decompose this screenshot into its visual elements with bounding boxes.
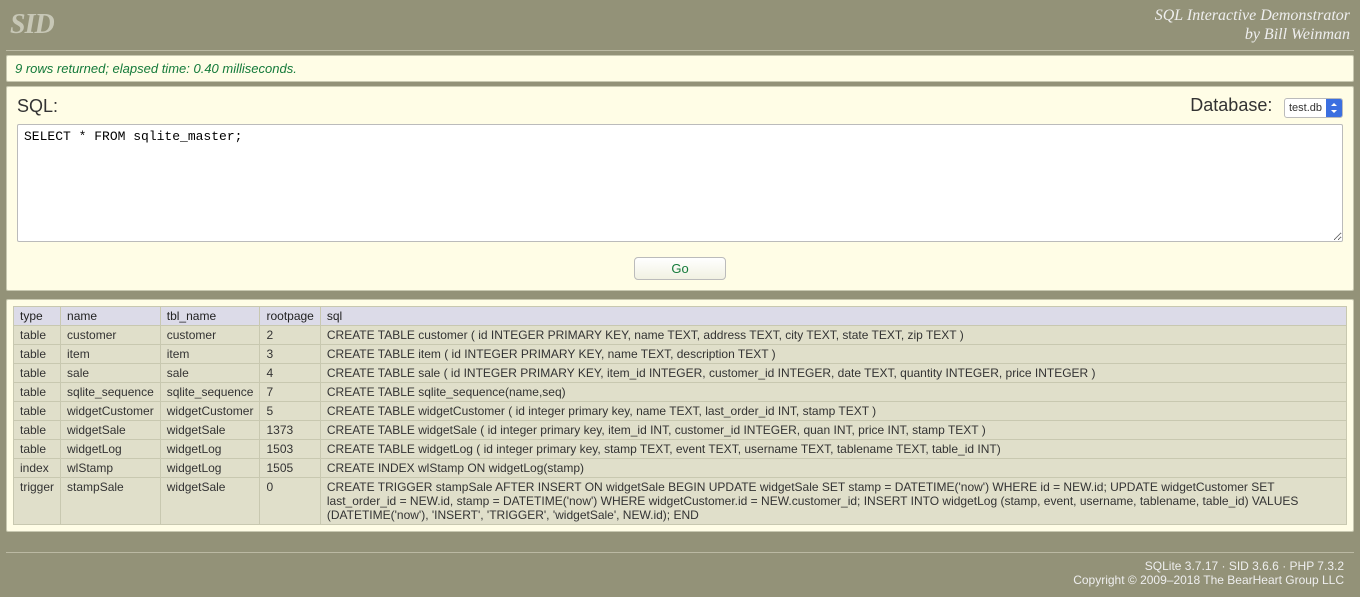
table-cell: table — [14, 402, 61, 421]
table-cell: CREATE TABLE customer ( id INTEGER PRIMA… — [320, 326, 1346, 345]
table-cell: table — [14, 364, 61, 383]
table-cell: widgetLog — [61, 440, 161, 459]
footer-copyright: Copyright © 2009–2018 The BearHeart Grou… — [16, 573, 1344, 587]
table-cell: widgetCustomer — [61, 402, 161, 421]
table-cell: sale — [61, 364, 161, 383]
table-cell: CREATE TRIGGER stampSale AFTER INSERT ON… — [320, 478, 1346, 525]
sql-input[interactable] — [17, 124, 1343, 242]
table-cell: CREATE TABLE sale ( id INTEGER PRIMARY K… — [320, 364, 1346, 383]
table-cell: sale — [160, 364, 260, 383]
table-cell: CREATE TABLE widgetSale ( id integer pri… — [320, 421, 1346, 440]
table-cell: table — [14, 345, 61, 364]
table-cell: 2 — [260, 326, 320, 345]
table-cell: 7 — [260, 383, 320, 402]
database-select-value[interactable]: test.db — [1285, 101, 1326, 115]
table-row: tablesalesale4CREATE TABLE sale ( id INT… — [14, 364, 1347, 383]
table-cell: sqlite_sequence — [61, 383, 161, 402]
results-table: typenametbl_namerootpagesql tablecustome… — [13, 306, 1347, 525]
table-cell: table — [14, 326, 61, 345]
table-row: tablewidgetCustomerwidgetCustomer5CREATE… — [14, 402, 1347, 421]
column-header: name — [61, 307, 161, 326]
divider — [6, 50, 1354, 51]
header-right: SQL Interactive Demonstrator by Bill Wei… — [1155, 6, 1350, 44]
table-cell: stampSale — [61, 478, 161, 525]
table-cell: CREATE TABLE widgetCustomer ( id integer… — [320, 402, 1346, 421]
table-cell: widgetSale — [61, 421, 161, 440]
table-row: tablewidgetLogwidgetLog1503CREATE TABLE … — [14, 440, 1347, 459]
database-chooser: Database: test.db — [1190, 95, 1343, 118]
logo: SID — [10, 9, 54, 41]
database-label: Database: — [1190, 95, 1272, 115]
table-cell: table — [14, 421, 61, 440]
table-cell: 3 — [260, 345, 320, 364]
table-cell: CREATE TABLE sqlite_sequence(name,seq) — [320, 383, 1346, 402]
table-cell: widgetCustomer — [160, 402, 260, 421]
column-header: rootpage — [260, 307, 320, 326]
results-panel: typenametbl_namerootpagesql tablecustome… — [6, 299, 1354, 532]
table-cell: table — [14, 440, 61, 459]
column-header: sql — [320, 307, 1346, 326]
table-cell: 1505 — [260, 459, 320, 478]
sql-panel: SQL: Database: test.db Go — [6, 86, 1354, 291]
table-row: tablecustomercustomer2CREATE TABLE custo… — [14, 326, 1347, 345]
table-row: tablewidgetSalewidgetSale1373CREATE TABL… — [14, 421, 1347, 440]
table-cell: CREATE TABLE item ( id INTEGER PRIMARY K… — [320, 345, 1346, 364]
footer: SQLite 3.7.17 · SID 3.6.6 · PHP 7.3.2 Co… — [6, 552, 1354, 597]
table-cell: widgetLog — [160, 459, 260, 478]
table-cell: index — [14, 459, 61, 478]
table-cell: widgetLog — [160, 440, 260, 459]
footer-versions: SQLite 3.7.17 · SID 3.6.6 · PHP 7.3.2 — [16, 559, 1344, 573]
table-cell: CREATE TABLE widgetLog ( id integer prim… — [320, 440, 1346, 459]
app-byline: by Bill Weinman — [1155, 25, 1350, 44]
table-cell: CREATE INDEX wlStamp ON widgetLog(stamp) — [320, 459, 1346, 478]
table-cell: sqlite_sequence — [160, 383, 260, 402]
table-cell: wlStamp — [61, 459, 161, 478]
table-cell: 0 — [260, 478, 320, 525]
table-cell: customer — [160, 326, 260, 345]
table-row: triggerstampSalewidgetSale0CREATE TRIGGE… — [14, 478, 1347, 525]
app-title: SQL Interactive Demonstrator — [1155, 6, 1350, 25]
table-cell: trigger — [14, 478, 61, 525]
table-cell: widgetSale — [160, 478, 260, 525]
table-cell: 1373 — [260, 421, 320, 440]
table-row: indexwlStampwidgetLog1505CREATE INDEX wl… — [14, 459, 1347, 478]
column-header: type — [14, 307, 61, 326]
table-row: tablesqlite_sequencesqlite_sequence7CREA… — [14, 383, 1347, 402]
table-cell: table — [14, 383, 61, 402]
table-cell: customer — [61, 326, 161, 345]
table-cell: widgetSale — [160, 421, 260, 440]
sql-label: SQL: — [17, 96, 58, 117]
header: SID SQL Interactive Demonstrator by Bill… — [0, 0, 1360, 50]
column-header: tbl_name — [160, 307, 260, 326]
table-cell: 4 — [260, 364, 320, 383]
status-bar: 9 rows returned; elapsed time: 0.40 mill… — [6, 55, 1354, 82]
go-button[interactable]: Go — [634, 257, 726, 280]
table-cell: 1503 — [260, 440, 320, 459]
table-cell: item — [160, 345, 260, 364]
table-row: tableitemitem3CREATE TABLE item ( id INT… — [14, 345, 1347, 364]
chevron-updown-icon[interactable] — [1326, 98, 1342, 118]
database-select[interactable]: test.db — [1284, 98, 1343, 118]
table-cell: 5 — [260, 402, 320, 421]
table-cell: item — [61, 345, 161, 364]
